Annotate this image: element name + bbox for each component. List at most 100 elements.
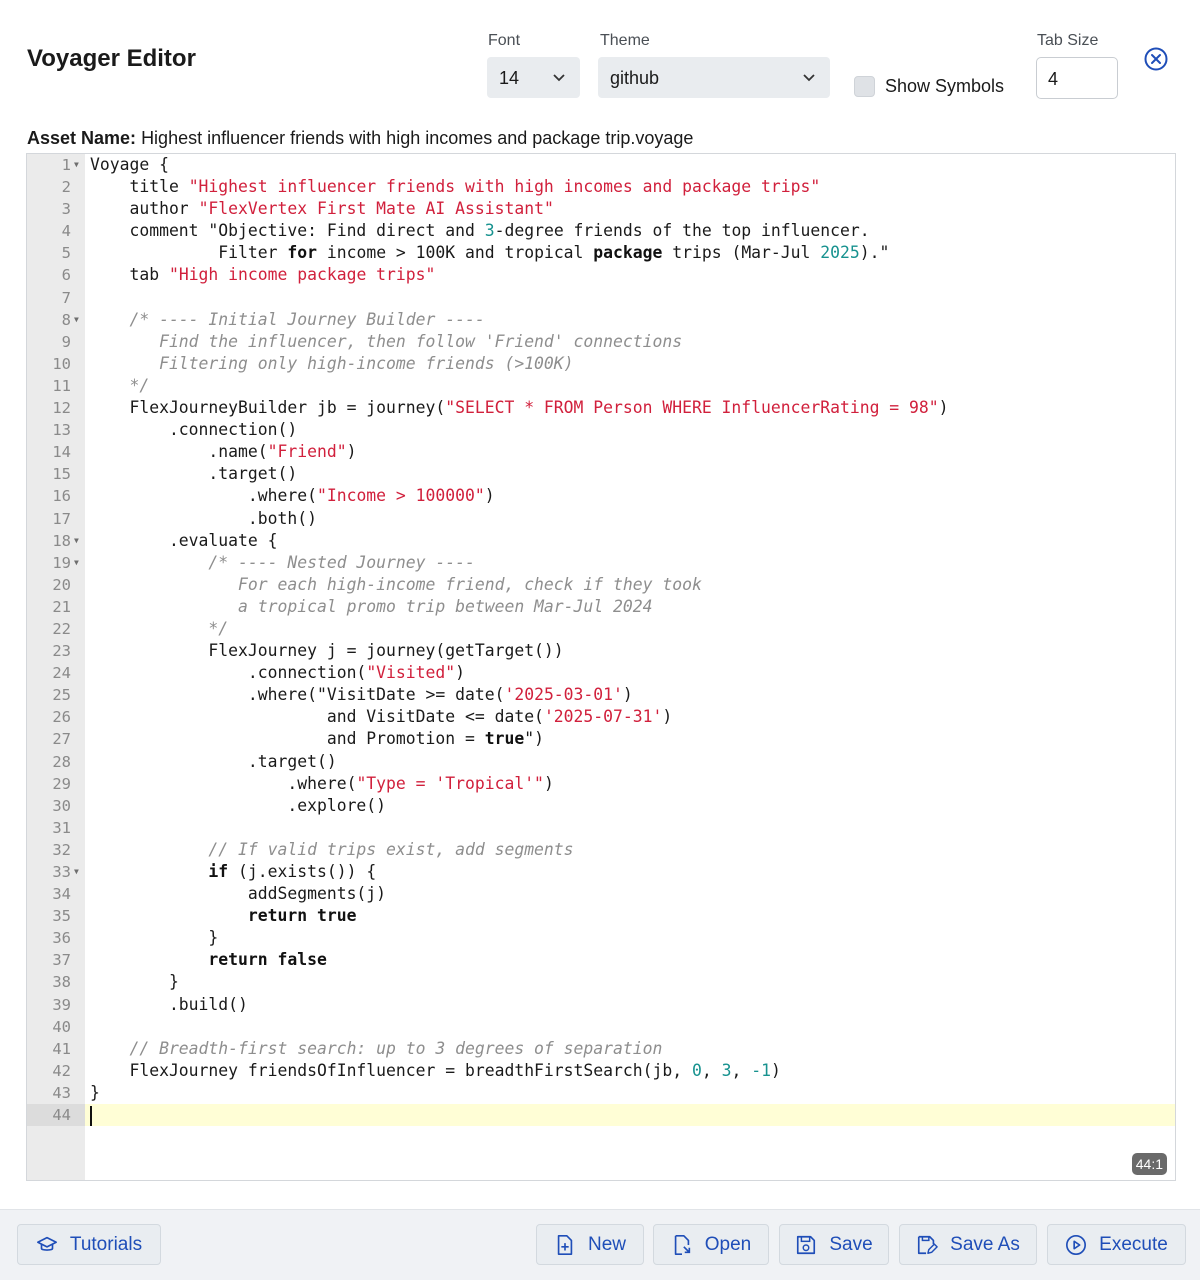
code-line[interactable]: 2 title "Highest influencer friends with… <box>27 176 1175 198</box>
save-as-label: Save As <box>950 1233 1020 1255</box>
asset-name-value: Highest influencer friends with high inc… <box>141 128 694 148</box>
line-number: 31 <box>52 818 71 837</box>
execute-button[interactable]: Execute <box>1047 1224 1186 1265</box>
code-text: FlexJourney friendsOfInfluencer = breadt… <box>90 1060 781 1080</box>
code-lines[interactable]: 1 ▼ Voyage {2 title "Highest influencer fr… <box>27 154 1175 1127</box>
code-line[interactable]: 6 tab "High income package trips" <box>27 264 1175 286</box>
code-line[interactable]: 26 and VisitDate <= date('2025-07-31') <box>27 706 1175 728</box>
open-button[interactable]: Open <box>653 1224 769 1265</box>
code-line[interactable]: 7 <box>27 287 1175 309</box>
tab-size-input[interactable]: 4 <box>1036 57 1118 99</box>
code-line[interactable]: 3 author "FlexVertex First Mate AI Assis… <box>27 198 1175 220</box>
asset-name-label: Asset Name: <box>27 128 137 148</box>
code-line[interactable]: 34 addSegments(j) <box>27 883 1175 905</box>
code-line[interactable]: 16 .where("Income > 100000") <box>27 485 1175 507</box>
code-editor[interactable]: 1 ▼ Voyage {2 title "Highest influencer fr… <box>26 153 1176 1181</box>
show-symbols-toggle[interactable]: Show Symbols <box>854 76 1004 97</box>
code-text: FlexJourneyBuilder jb = journey("SELECT … <box>90 398 949 418</box>
code-text: // Breadth-first search: up to 3 degrees… <box>90 1038 663 1058</box>
line-number: 40 <box>52 1017 71 1036</box>
line-number: 39 <box>52 995 71 1014</box>
tutorials-button[interactable]: Tutorials <box>17 1224 161 1265</box>
line-number: 13 <box>52 421 71 440</box>
chevron-down-icon <box>803 74 815 82</box>
fold-arrow-icon[interactable]: ▼ <box>74 154 79 176</box>
code-text: } <box>90 1082 100 1102</box>
save-button[interactable]: Save <box>779 1224 889 1265</box>
fold-arrow-icon[interactable]: ▼ <box>74 552 79 574</box>
new-button[interactable]: New <box>536 1224 644 1265</box>
font-size-select[interactable]: 14 <box>487 57 580 98</box>
line-number: 32 <box>52 840 71 859</box>
code-line[interactable]: 17 .both() <box>27 508 1175 530</box>
code-line[interactable]: 21 a tropical promo trip between Mar-Jul… <box>27 596 1175 618</box>
code-text: and Promotion = true") <box>90 729 544 749</box>
code-line[interactable]: 1 ▼ Voyage { <box>27 154 1175 176</box>
code-line[interactable]: 25 .where("VisitDate >= date('2025-03-01… <box>27 684 1175 706</box>
code-line[interactable]: 30 .explore() <box>27 795 1175 817</box>
code-line[interactable]: 39 .build() <box>27 994 1175 1016</box>
code-line[interactable]: 19 ▼ /* ---- Nested Journey ---- <box>27 552 1175 574</box>
code-line[interactable]: 29 .where("Type = 'Tropical'") <box>27 773 1175 795</box>
line-number: 29 <box>52 774 71 793</box>
code-line[interactable]: 13 .connection() <box>27 419 1175 441</box>
code-line[interactable]: 43} <box>27 1082 1175 1104</box>
code-text: a tropical promo trip between Mar-Jul 20… <box>90 596 653 616</box>
code-text: Filter for income > 100K and tropical pa… <box>90 243 890 263</box>
code-text: For each high-income friend, check if th… <box>90 574 702 594</box>
line-number: 10 <box>52 354 71 373</box>
theme-select[interactable]: github <box>598 57 830 98</box>
code-line[interactable]: 41 // Breadth-first search: up to 3 degr… <box>27 1038 1175 1060</box>
fold-arrow-icon[interactable]: ▼ <box>74 530 79 552</box>
code-line[interactable]: 9 Find the influencer, then follow 'Frie… <box>27 331 1175 353</box>
code-text: Voyage { <box>90 155 169 174</box>
line-number: 23 <box>52 642 71 661</box>
code-line[interactable]: 28 .target() <box>27 751 1175 773</box>
code-text: addSegments(j) <box>90 884 387 904</box>
line-number: 44 <box>27 1104 85 1127</box>
code-line[interactable]: 23 FlexJourney j = journey(getTarget()) <box>27 640 1175 662</box>
code-line[interactable]: 37 return false <box>27 949 1175 971</box>
code-text: /* ---- Initial Journey Builder ---- <box>90 309 485 329</box>
line-number: 7 <box>61 288 71 307</box>
code-line[interactable]: 40 <box>27 1016 1175 1038</box>
code-line[interactable]: 14 .name("Friend") <box>27 441 1175 463</box>
code-line[interactable]: 32 // If valid trips exist, add segments <box>27 839 1175 861</box>
code-text: .connection() <box>90 420 298 440</box>
code-line[interactable]: 36 } <box>27 927 1175 949</box>
code-line[interactable]: 8 ▼ /* ---- Initial Journey Builder ---- <box>27 309 1175 331</box>
code-text: */ <box>90 375 150 395</box>
save-as-icon <box>918 1235 938 1254</box>
line-number: 12 <box>52 399 71 418</box>
save-icon <box>797 1235 816 1254</box>
code-text: author "FlexVertex First Mate AI Assista… <box>90 199 554 219</box>
code-line[interactable]: 10 Filtering only high-income friends (>… <box>27 353 1175 375</box>
code-line[interactable]: 38 } <box>27 971 1175 993</box>
code-line[interactable]: 33 ▼ if (j.exists()) { <box>27 861 1175 883</box>
fold-arrow-icon[interactable]: ▼ <box>74 309 79 331</box>
show-symbols-checkbox[interactable] <box>854 76 875 97</box>
code-line[interactable]: 5 Filter for income > 100K and tropical … <box>27 242 1175 264</box>
line-number: 42 <box>52 1061 71 1080</box>
code-text: /* ---- Nested Journey ---- <box>90 552 475 572</box>
save-as-button[interactable]: Save As <box>899 1224 1037 1265</box>
code-line[interactable]: 24 .connection("Visited") <box>27 662 1175 684</box>
code-line[interactable]: 12 FlexJourneyBuilder jb = journey("SELE… <box>27 397 1175 419</box>
code-line[interactable]: 31 <box>27 817 1175 839</box>
code-line[interactable]: 44 <box>27 1104 1175 1127</box>
code-line[interactable]: 18 ▼ .evaluate { <box>27 530 1175 552</box>
code-line[interactable]: 20 For each high-income friend, check if… <box>27 574 1175 596</box>
graduation-cap-icon <box>36 1236 57 1251</box>
close-icon[interactable] <box>1143 46 1169 72</box>
font-label: Font <box>488 32 521 49</box>
code-line[interactable]: 4 comment "Objective: Find direct and 3-… <box>27 220 1175 242</box>
code-text: } <box>90 972 179 992</box>
code-line[interactable]: 42 FlexJourney friendsOfInfluencer = bre… <box>27 1060 1175 1082</box>
code-line[interactable]: 35 return true <box>27 905 1175 927</box>
fold-arrow-icon[interactable]: ▼ <box>74 861 79 883</box>
code-line[interactable]: 22 */ <box>27 618 1175 640</box>
code-line[interactable]: 27 and Promotion = true") <box>27 728 1175 750</box>
code-line[interactable]: 11 */ <box>27 375 1175 397</box>
line-number: 41 <box>52 1039 71 1058</box>
code-line[interactable]: 15 .target() <box>27 463 1175 485</box>
